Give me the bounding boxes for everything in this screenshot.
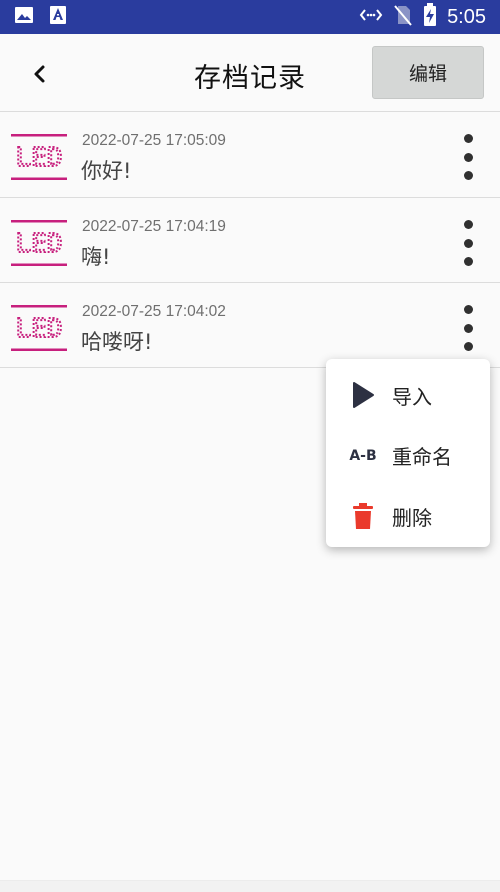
trash-icon	[346, 499, 380, 533]
svg-text:LED: LED	[16, 229, 63, 259]
edit-button[interactable]: 编辑	[372, 46, 484, 99]
svg-text:A-B: A-B	[349, 448, 376, 464]
led-thumbnail-icon: LED	[11, 134, 67, 180]
record-date: 2022-07-25 17:04:19	[82, 218, 226, 235]
more-vert-icon	[463, 220, 473, 229]
menu-item-label: 导入	[392, 384, 432, 409]
menu-item-label: 重命名	[392, 444, 452, 469]
list-item[interactable]: LED 2022-07-25 17:04:02 哈喽呀!	[0, 283, 500, 368]
status-bar: 5:05	[0, 0, 500, 34]
menu-item-delete[interactable]: 删除	[326, 486, 490, 546]
app-bar: 存档记录 编辑	[0, 34, 500, 112]
more-options-button[interactable]	[456, 305, 480, 351]
context-menu: 导入 A-B 重命名 删除	[326, 359, 490, 547]
record-list: LED 2022-07-25 17:05:09 你好! LED 2022-07-…	[0, 112, 500, 368]
more-options-button[interactable]	[456, 220, 480, 266]
bottom-edge	[0, 880, 500, 892]
play-icon	[346, 378, 380, 412]
image-icon	[14, 5, 34, 29]
battery-charging-icon	[423, 3, 437, 31]
status-time: 5:05	[447, 5, 486, 28]
menu-item-rename[interactable]: A-B 重命名	[326, 425, 490, 485]
led-thumbnail-icon: LED	[11, 305, 67, 351]
data-sync-icon	[359, 5, 383, 29]
record-text: 哈喽呀!	[81, 330, 153, 354]
svg-text:LED: LED	[16, 143, 63, 173]
more-options-button[interactable]	[456, 134, 480, 180]
svg-text:LED: LED	[16, 314, 63, 344]
record-date: 2022-07-25 17:05:09	[82, 132, 226, 149]
more-vert-icon	[463, 134, 473, 143]
menu-item-label: 删除	[392, 505, 432, 530]
record-date: 2022-07-25 17:04:02	[82, 303, 226, 320]
record-text: 嗨!	[81, 245, 111, 269]
text-a-icon	[48, 5, 68, 29]
rename-ab-icon: A-B	[346, 438, 380, 472]
no-sim-icon	[393, 4, 413, 30]
list-item[interactable]: LED 2022-07-25 17:04:19 嗨!	[0, 198, 500, 283]
record-text: 你好!	[81, 159, 132, 183]
menu-item-import[interactable]: 导入	[326, 365, 490, 425]
led-thumbnail-icon: LED	[11, 220, 67, 266]
list-item[interactable]: LED 2022-07-25 17:05:09 你好!	[0, 112, 500, 198]
more-vert-icon	[463, 305, 473, 314]
